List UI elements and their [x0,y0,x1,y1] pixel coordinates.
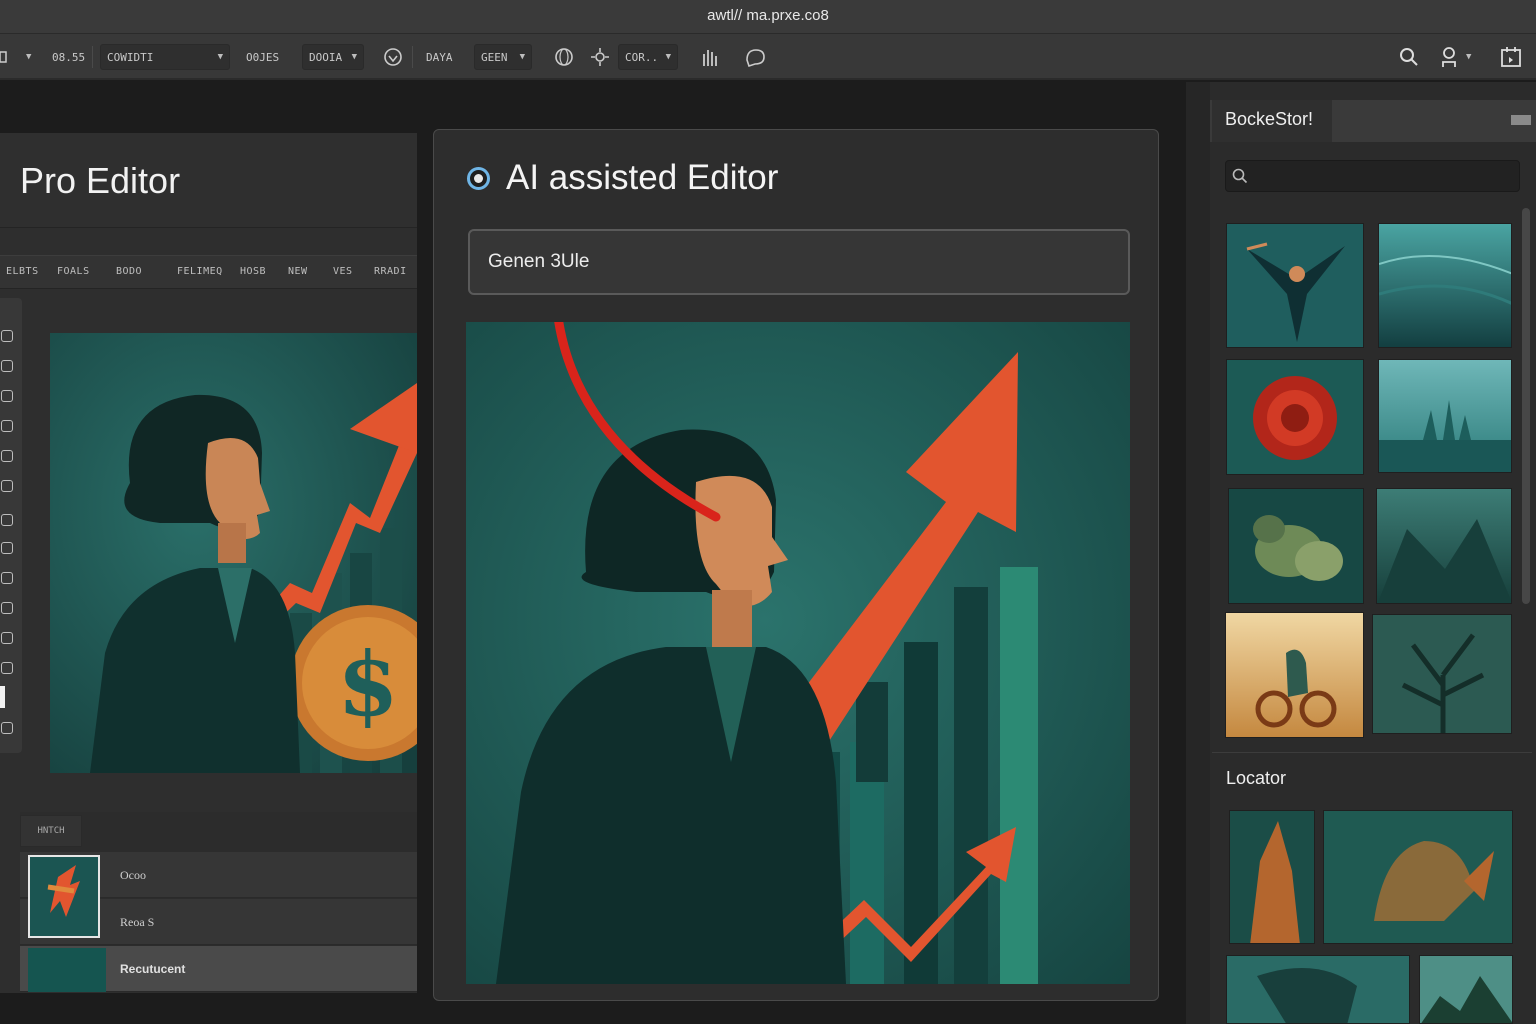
tab-2[interactable]: FOALS [57,266,90,277]
title-bar: awtl// ma.prxe.co8 [0,0,1536,34]
search-icon[interactable] [1396,44,1422,70]
asset-thumb[interactable] [1419,955,1513,1024]
tool-rotate-icon[interactable] [1,572,13,584]
address-text: awtl// ma.prxe.co8 [707,7,829,24]
tool-blur-icon[interactable] [1,632,13,644]
settings-icon[interactable] [587,44,613,70]
tab-3[interactable]: BODO [116,266,142,277]
tool-active-indicator [0,686,5,708]
tab-1[interactable]: ELBTS [6,266,39,277]
tool-strip [0,298,22,753]
layer-label: Reoa S [120,915,155,929]
tab-5[interactable]: HOSB [240,266,266,277]
tool-hand-icon[interactable] [1,722,13,734]
tool-pencil-icon[interactable] [1,420,13,432]
ai-editor-canvas[interactable] [466,322,1130,984]
locator-title: Locator [1226,768,1287,788]
tool-select-icon[interactable] [1,330,13,342]
tab-8[interactable]: RRADI [374,266,407,277]
minimize-icon[interactable] [1511,115,1531,125]
toolbar-select-4[interactable]: DOOIA ▼ [302,44,364,70]
tool-bucket-icon[interactable] [1,450,13,462]
chat-icon[interactable] [742,44,768,70]
search-icon [1232,168,1248,188]
back-icon[interactable] [0,44,18,70]
layer-row-selected[interactable]: Recutucent [20,946,417,992]
toolbar-select-6[interactable]: GEEN ▼ [474,44,532,70]
asset-thumb[interactable] [1372,614,1512,734]
tab-4[interactable]: FELIMEQ [177,266,223,277]
toolbar-select-2[interactable]: COWIDTI ▼ [100,44,230,70]
layer-label: Recutucent [120,962,186,976]
tool-brush-icon[interactable] [1,390,13,402]
pro-editor-tabs: ELBTS FOALS BODO FELIMEQ HOSB NEW VES RR… [0,255,417,289]
asset-thumb[interactable] [1226,359,1364,475]
asset-thumb[interactable] [1228,488,1364,604]
calendar-icon[interactable] [1498,44,1524,70]
tool-pen-icon[interactable] [1,360,13,372]
tool-text-icon[interactable] [1,662,13,674]
svg-text:$: $ [337,632,398,736]
asset-thumb[interactable] [1323,810,1513,944]
asset-thumb[interactable] [1378,223,1512,348]
ai-editor-title: AI assisted Editor [506,158,779,197]
asset-thumb[interactable] [1229,810,1315,944]
tab-7[interactable]: VES [333,266,353,277]
layer-label: Ocoo [120,868,146,882]
tab-6[interactable]: NEW [288,266,308,277]
asset-thumb[interactable] [1378,359,1512,473]
toolbar-item-5[interactable]: DAYA [420,44,459,70]
globe-icon[interactable] [551,44,577,70]
asset-browser-title: BockeStor! [1225,109,1314,129]
hand-icon[interactable] [696,44,722,70]
ai-mode-radio[interactable] [467,167,490,190]
layer-thumbnail [28,948,106,992]
asset-thumb[interactable] [1226,955,1410,1024]
pro-editor-canvas[interactable]: $ [50,333,417,773]
user-icon[interactable] [1436,44,1462,70]
main-toolbar: ▼ 08.55 COWIDTI ▼ O0JES DOOIA ▼ DAYA GEEN ▼… [0,34,1536,80]
prompt-input[interactable] [468,229,1130,295]
toolbar-item-1[interactable]: 08.55 [46,44,91,70]
panel-gutter [1186,82,1210,1024]
tool-lasso-icon[interactable] [1,542,13,554]
asset-search-input[interactable] [1225,160,1520,192]
tool-eraser-icon[interactable] [1,602,13,614]
user-menu-caret[interactable]: ▼ [1460,44,1477,70]
asset-scrollbar[interactable] [1522,208,1530,604]
section-divider [1212,752,1532,753]
toolbar-select-7[interactable]: COR.. ▼ [618,44,678,70]
toolbar-dropdown-arrow[interactable]: ▼ [20,44,37,70]
asset-thumb[interactable] [1225,612,1364,738]
toolbar-item-3[interactable]: O0JES [240,44,285,70]
tool-crop-icon[interactable] [1,480,13,492]
asset-thumb[interactable] [1226,223,1364,348]
layer-thumbnail-active[interactable] [28,855,100,938]
layers-tab[interactable]: HNTCH [20,815,82,847]
tool-shape-icon[interactable] [1,514,13,526]
pro-editor-title: Pro Editor [20,160,181,201]
heart-icon[interactable] [380,44,406,70]
asset-thumb[interactable] [1376,488,1512,604]
